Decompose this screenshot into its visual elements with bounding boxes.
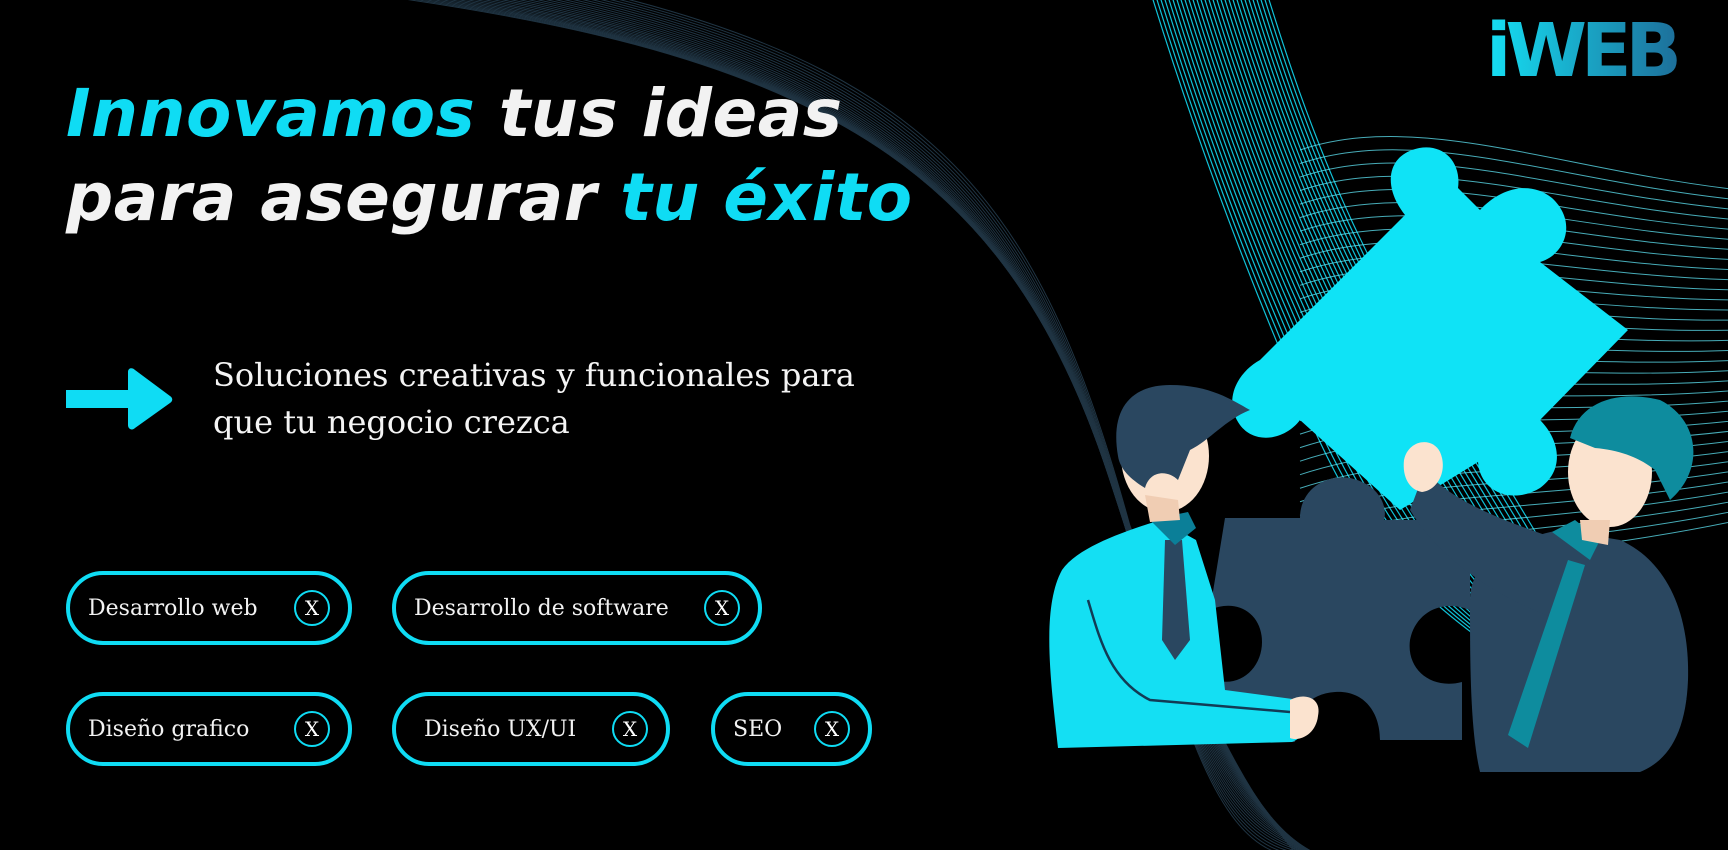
close-icon[interactable]: X bbox=[704, 590, 740, 626]
close-icon[interactable]: X bbox=[294, 590, 330, 626]
subtitle-line-2: que tu negocio crezca bbox=[213, 403, 570, 441]
close-icon[interactable]: X bbox=[814, 711, 850, 747]
chip-desarrollo-software[interactable]: Desarrollo de software X bbox=[392, 571, 762, 645]
chip-diseno-grafico[interactable]: Diseño grafico X bbox=[66, 692, 352, 766]
arrow-right-icon bbox=[66, 368, 173, 430]
chip-label: Desarrollo web bbox=[88, 595, 258, 621]
headline-rest-2: para asegurar bbox=[66, 159, 621, 236]
close-icon[interactable]: X bbox=[294, 711, 330, 747]
subtitle: Soluciones creativas y funcionales para … bbox=[213, 352, 933, 446]
page-title: Innovamos tus ideas para asegurar tu éxi… bbox=[66, 72, 913, 240]
subtitle-line-1: Soluciones creativas y funcionales para bbox=[213, 356, 855, 394]
chip-desarrollo-web[interactable]: Desarrollo web X bbox=[66, 571, 352, 645]
chip-diseno-ux-ui[interactable]: Diseño UX/UI X bbox=[392, 692, 670, 766]
chip-label: Diseño grafico bbox=[88, 716, 250, 742]
headline-line-1: Innovamos tus ideas bbox=[66, 72, 913, 156]
chip-seo[interactable]: SEO X bbox=[711, 692, 872, 766]
headline-accent-1: Innovamos bbox=[66, 75, 476, 152]
puzzle-teamwork-illustration bbox=[1049, 147, 1694, 772]
close-icon[interactable]: X bbox=[612, 711, 648, 747]
chip-label: SEO bbox=[733, 716, 783, 742]
logo-text: iWEB bbox=[1486, 14, 1678, 86]
headline-rest-1: tus ideas bbox=[475, 75, 843, 152]
hero-banner: iWEB Innovamos tus ideas para asegurar t… bbox=[0, 0, 1728, 850]
chip-label: Diseño UX/UI bbox=[424, 716, 577, 742]
headline-line-2: para asegurar tu éxito bbox=[66, 156, 913, 240]
iweb-logo: iWEB bbox=[1486, 14, 1680, 86]
chip-label: Desarrollo de software bbox=[414, 595, 669, 621]
headline-accent-2: tu éxito bbox=[620, 159, 913, 236]
